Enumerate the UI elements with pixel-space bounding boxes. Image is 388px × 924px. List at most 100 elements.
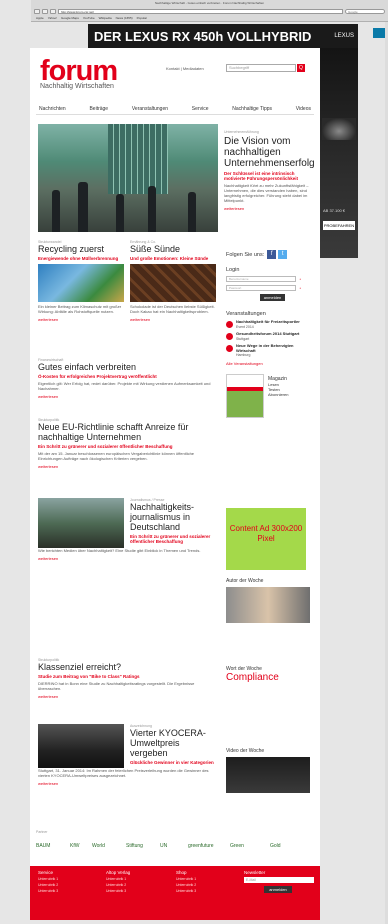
partner-logo[interactable]: UN bbox=[160, 840, 167, 852]
partner-logo[interactable]: BAUM bbox=[36, 840, 50, 852]
partners: Partner BAUM KfW World Stiftung UN green… bbox=[30, 826, 320, 862]
footer-link[interactable]: Unterrubrik 1 bbox=[176, 877, 196, 881]
skyscraper-ad[interactable]: AB 37.100 € PROBEFAHREN bbox=[320, 48, 358, 258]
side-edge-ad[interactable] bbox=[373, 28, 385, 38]
calendar-icon bbox=[226, 333, 233, 340]
bookmark-item[interactable]: Wikipedia bbox=[99, 15, 112, 21]
site-logo[interactable]: forum Nachhaltig Wirtschaften bbox=[40, 55, 118, 91]
sidebar: Folgen Sie uns: f t Login Benutzername * Pa… bbox=[226, 248, 310, 418]
video-of-week: Video der Woche bbox=[226, 748, 310, 793]
bookmark-item[interactable]: Apple bbox=[36, 15, 44, 21]
hero-more-link[interactable]: weiterlesen bbox=[224, 206, 310, 211]
article-image[interactable] bbox=[38, 498, 124, 548]
video-player[interactable] bbox=[226, 757, 310, 793]
article-title[interactable]: Klassenziel erreicht? bbox=[38, 662, 218, 672]
partner-logo[interactable]: KfW bbox=[70, 840, 79, 852]
partner-logo[interactable]: Gold bbox=[270, 840, 281, 852]
login-title: Login bbox=[226, 267, 240, 273]
hero-image[interactable] bbox=[38, 124, 218, 232]
footer-link[interactable]: Unterrubrik 3 bbox=[38, 889, 58, 893]
nav-item[interactable]: Nachrichten bbox=[36, 103, 69, 114]
author-photo[interactable] bbox=[226, 587, 310, 623]
ad-brand: LEXUS bbox=[334, 33, 354, 39]
article-more-link[interactable]: weiterlesen bbox=[38, 317, 124, 322]
article-title[interactable]: Recycling zuerst bbox=[38, 244, 124, 254]
event-text: Event 2014 bbox=[236, 324, 254, 329]
article-more-link[interactable]: weiterlesen bbox=[130, 317, 216, 322]
article-image[interactable] bbox=[38, 264, 124, 302]
article-more-link[interactable]: weiterlesen bbox=[38, 556, 218, 561]
event-item[interactable]: Gesundheitsforum 2014 Stuttgart Stuttgart bbox=[226, 331, 310, 341]
bookmark-item[interactable]: News (1655) bbox=[116, 15, 133, 21]
article-more-link[interactable]: weiterlesen bbox=[38, 394, 218, 399]
bookmark-item[interactable]: YouTube bbox=[83, 15, 95, 21]
article-subtitle: Ö-Kosten für erfolgreichen Projektvertra… bbox=[38, 374, 157, 379]
forward-button[interactable] bbox=[42, 8, 48, 14]
footer-link[interactable]: Unterrubrik 3 bbox=[106, 889, 130, 893]
partner-logo[interactable]: Green bbox=[230, 840, 244, 852]
twitter-icon[interactable]: t bbox=[278, 250, 288, 259]
article-more-link[interactable]: weiterlesen bbox=[38, 781, 218, 786]
hero-text: Unternehmensführung Die Vision vom nachh… bbox=[224, 130, 315, 211]
logo-wordmark: forum bbox=[40, 55, 118, 87]
footer-link[interactable]: Unterrubrik 2 bbox=[106, 883, 130, 887]
footer: Service Unterrubrik 1 Unterrubrik 2 Unte… bbox=[30, 866, 320, 920]
password-input[interactable]: Passwort * bbox=[226, 285, 301, 291]
footer-title: Newsletter bbox=[244, 870, 266, 875]
event-item[interactable]: Nachhaltigkeit für Freizeitsportler Event… bbox=[226, 319, 310, 329]
word-of-week: Wort der Woche Compliance bbox=[226, 666, 310, 683]
article-title[interactable]: Gutes einfach verbreiten bbox=[38, 362, 218, 372]
partner-logo[interactable]: greenfuture bbox=[188, 840, 214, 852]
back-button[interactable] bbox=[34, 8, 40, 14]
article-title[interactable]: Süße Sünde bbox=[130, 244, 216, 254]
event-text: Stuttgart bbox=[236, 336, 250, 341]
top-links[interactable]: Kontakt | Mediadaten bbox=[166, 66, 204, 71]
footer-link[interactable]: Unterrubrik 1 bbox=[106, 877, 130, 881]
content-ad[interactable]: Content Ad 300x200 Pixel bbox=[226, 508, 306, 570]
article-more-link[interactable]: weiterlesen bbox=[38, 464, 218, 469]
all-events-link[interactable]: Alle Veranstaltungen bbox=[226, 361, 310, 366]
partner-logo[interactable]: Stiftung bbox=[126, 840, 143, 852]
event-title: Nachhaltigkeit für Freizeitsportler bbox=[236, 319, 300, 324]
article-card: Journalismus / Presse Nachhaltigkeits-jo… bbox=[38, 498, 218, 561]
footer-column: Shop Unterrubrik 1 Unterrubrik 2 Unterru… bbox=[176, 870, 196, 893]
login-button[interactable]: anmelden bbox=[260, 294, 285, 301]
article-image[interactable] bbox=[130, 264, 216, 302]
footer-link[interactable]: Unterrubrik 3 bbox=[176, 889, 196, 893]
reload-button[interactable] bbox=[50, 8, 56, 14]
bookmark-item[interactable]: Popular bbox=[137, 15, 147, 21]
footer-link[interactable]: Unterrubrik 2 bbox=[176, 883, 196, 887]
site-search-input[interactable]: Suchbegriff bbox=[226, 64, 296, 72]
event-item[interactable]: Neue Wege in der Beherzigten Wirtschaft H… bbox=[226, 343, 310, 358]
newsletter-submit-button[interactable]: anmelden bbox=[264, 886, 292, 893]
word[interactable]: Compliance bbox=[226, 672, 310, 683]
ad-cta-button[interactable]: PROBEFAHREN bbox=[323, 221, 355, 230]
magazine-link[interactable]: Abonnieren bbox=[268, 392, 288, 397]
username-input[interactable]: Benutzername * bbox=[226, 276, 301, 282]
hero-title[interactable]: Die Vision vom nachhaltigen Unternehmens… bbox=[224, 136, 315, 169]
article-body: Ein kleiner Beitrag zum Klimaschutz mit … bbox=[38, 304, 122, 314]
nav-item[interactable]: Veranstaltungen bbox=[129, 103, 171, 114]
partner-logo[interactable]: World bbox=[92, 840, 105, 852]
nav-item[interactable]: Service bbox=[189, 103, 212, 114]
address-bar[interactable]: http://www.forum-csr.net/ bbox=[58, 8, 343, 14]
facebook-icon[interactable]: f bbox=[267, 250, 277, 259]
newsletter-email-input[interactable]: E-Mail bbox=[244, 877, 314, 883]
search-button[interactable]: Q bbox=[297, 64, 305, 72]
magazine-cover[interactable] bbox=[226, 373, 264, 418]
window-title: Nachhaltige Wirtschaft - Gutes einfach v… bbox=[154, 1, 265, 5]
article-title[interactable]: Neue EU-Richtlinie schafft Anreize für n… bbox=[38, 422, 218, 442]
nav-item[interactable]: Beiträge bbox=[86, 103, 111, 114]
article-more-link[interactable]: weiterlesen bbox=[38, 694, 218, 699]
leaderboard-ad[interactable]: DER LEXUS RX 450h VOLLHYBRID LEXUS bbox=[88, 24, 358, 48]
footer-link[interactable]: Unterrubrik 1 bbox=[38, 877, 58, 881]
article-image[interactable] bbox=[38, 724, 124, 768]
footer-link[interactable]: Unterrubrik 2 bbox=[38, 883, 58, 887]
nav-item[interactable]: Videos bbox=[293, 103, 314, 114]
magazine-box[interactable]: Magazin Lesen Testen Abonnieren bbox=[226, 373, 310, 418]
nav-item[interactable]: Nachhaltige Tipps bbox=[229, 103, 275, 114]
browser-search-field[interactable]: Google bbox=[345, 8, 385, 14]
bookmark-item[interactable]: Yahoo! bbox=[48, 15, 57, 21]
bookmark-item[interactable]: Google Maps bbox=[61, 15, 79, 21]
username-placeholder: Benutzername bbox=[229, 277, 249, 281]
